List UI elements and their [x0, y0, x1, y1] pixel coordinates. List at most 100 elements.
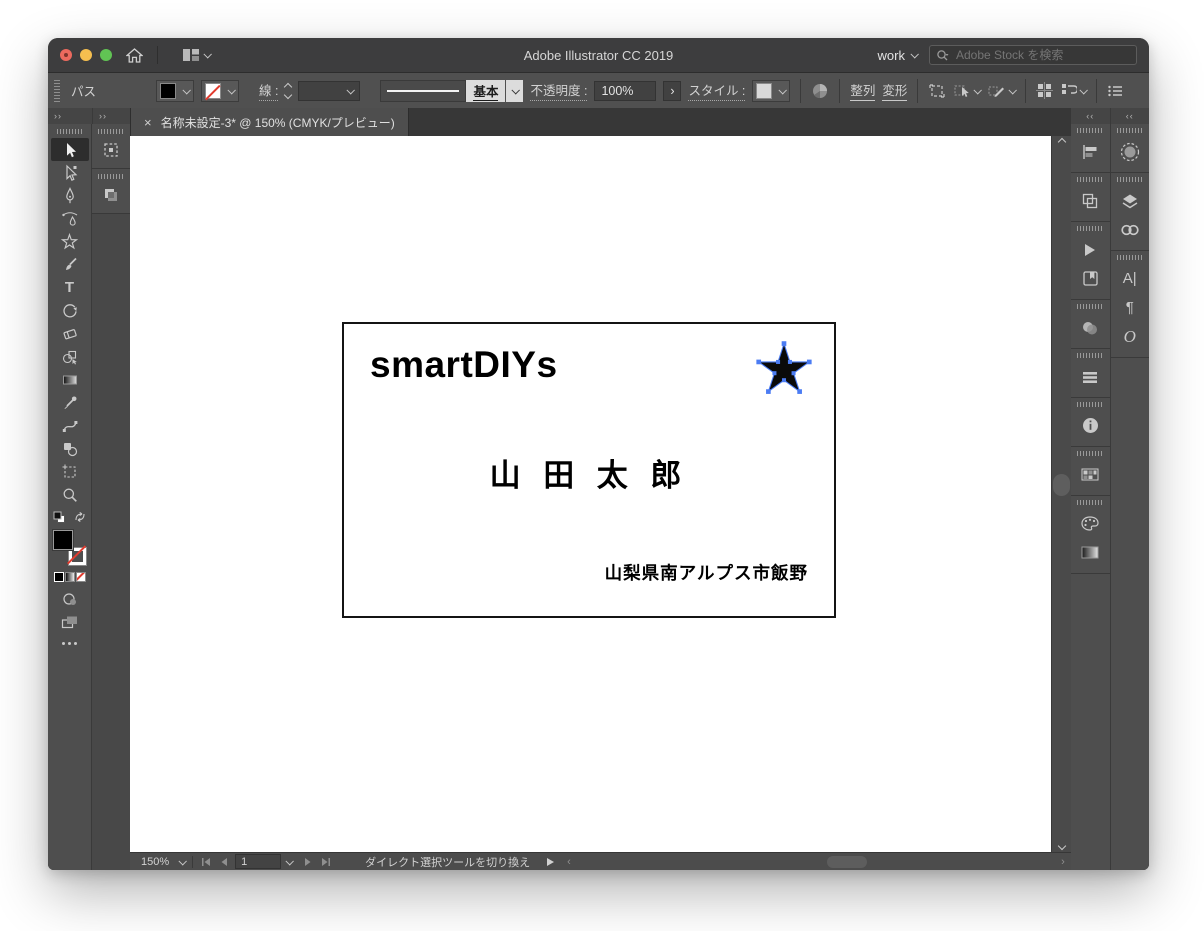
controlbar-grip[interactable] [54, 80, 60, 102]
gradient-panel-icon[interactable] [1071, 538, 1110, 567]
panel-expand-button-2[interactable]: ‹‹ [1111, 108, 1150, 124]
brush-definition-control[interactable]: 基本 [380, 80, 523, 102]
artboard-number-chevron[interactable] [281, 853, 297, 870]
type-tool[interactable]: T [51, 276, 89, 299]
card-brand-text[interactable]: smartDIYs [370, 344, 558, 386]
zoom-tool[interactable] [51, 483, 89, 506]
color-mode-solid[interactable] [54, 572, 64, 582]
opentype-panel-icon[interactable]: O [1111, 322, 1150, 351]
blend-tool[interactable] [51, 414, 89, 437]
libraries-panel-icon[interactable] [1071, 264, 1110, 293]
status-play-icon[interactable] [546, 857, 555, 867]
horizontal-scroll-thumb[interactable] [827, 856, 867, 868]
curvature-tool[interactable] [51, 207, 89, 230]
vertical-scrollbar[interactable] [1051, 136, 1071, 852]
swatches-panel-icon[interactable] [1071, 460, 1110, 489]
stock-search-input[interactable] [956, 48, 1116, 62]
selection-tool[interactable] [51, 138, 89, 161]
home-icon[interactable] [126, 48, 143, 63]
star-shape-tool[interactable] [51, 230, 89, 253]
layout-switcher-icon[interactable] [182, 48, 210, 62]
panel-grip[interactable] [1077, 177, 1103, 182]
panel-grip[interactable] [1077, 226, 1103, 231]
toolbar-collapse-button[interactable]: ›› [48, 108, 92, 124]
bounding-box-icon[interactable] [928, 83, 946, 99]
close-window-button[interactable] [60, 49, 72, 61]
character-panel-icon[interactable]: A| [1111, 264, 1150, 293]
opacity-expand-button[interactable]: › [663, 81, 681, 101]
panel-grip[interactable] [1077, 128, 1103, 133]
previous-artboard-icon[interactable] [219, 857, 229, 867]
pathfinder-panel-icon[interactable] [1071, 186, 1110, 215]
style-swatch-select[interactable] [752, 80, 790, 102]
paintbrush-tool[interactable] [51, 253, 89, 276]
fill-stroke-indicator[interactable] [53, 530, 87, 566]
align-button[interactable]: 整列 [850, 80, 875, 101]
default-fill-stroke-icon[interactable] [53, 511, 66, 524]
stroke-weight-select[interactable] [298, 81, 360, 101]
eraser-tool[interactable] [51, 322, 89, 345]
paragraph-panel-icon[interactable]: ¶ [1111, 293, 1150, 322]
panel-grip[interactable] [1117, 128, 1143, 133]
scroll-down-icon[interactable] [1052, 843, 1071, 849]
panel-menu-icon[interactable] [1107, 84, 1124, 98]
layers-panel-icon[interactable] [1111, 186, 1150, 215]
horizontal-scrollbar[interactable] [571, 853, 1055, 870]
scroll-right-icon[interactable]: › [1055, 856, 1071, 868]
align-to-artboard-icon[interactable] [1036, 82, 1053, 99]
shape-builder-tool[interactable] [51, 345, 89, 368]
info-panel-icon[interactable] [1071, 411, 1110, 440]
workspace-switcher[interactable]: work [878, 48, 917, 63]
opacity-label[interactable]: 不透明度 : [530, 80, 587, 101]
panel-grip[interactable] [98, 174, 124, 179]
zoom-level-select[interactable]: 150% [136, 853, 174, 870]
toolbar2-collapse-button[interactable]: ›› [93, 108, 130, 124]
transparency-panel-icon[interactable] [1111, 137, 1150, 166]
brush-definition-button[interactable]: 基本 [466, 80, 505, 102]
panel-grip[interactable] [1117, 177, 1143, 182]
panel-expand-button[interactable]: ‹‹ [1071, 108, 1110, 124]
actions-panel-icon[interactable] [1071, 235, 1110, 264]
document-tab[interactable]: × 名称未設定-3* @ 150% (CMYK/プレビュー) [131, 108, 409, 136]
color-guide-panel-icon[interactable] [1071, 509, 1110, 538]
select-similar-icon[interactable] [953, 83, 980, 99]
panel-grip[interactable] [1077, 451, 1103, 456]
eyedropper-tool[interactable] [51, 391, 89, 414]
screen-mode-icon[interactable] [61, 615, 79, 629]
first-artboard-icon[interactable] [201, 857, 211, 867]
business-card-artwork[interactable]: smartDIYs [342, 322, 836, 618]
color-mode-gradient[interactable] [65, 572, 75, 582]
card-address[interactable]: 山梨県南アルプス市飯野 [605, 560, 808, 585]
panel-grip[interactable] [1077, 402, 1103, 407]
color-mode-none[interactable] [76, 572, 86, 582]
transform-button[interactable]: 変形 [882, 80, 907, 101]
close-tab-icon[interactable]: × [144, 115, 152, 130]
links-panel-icon[interactable] [1111, 215, 1150, 244]
last-artboard-icon[interactable] [321, 857, 331, 867]
recolor-artwork-icon[interactable] [811, 82, 829, 100]
align-panel-icon[interactable] [1071, 137, 1110, 166]
brush-definition-chevron[interactable] [506, 80, 523, 102]
stroke-color-swatch[interactable] [201, 80, 239, 102]
snap-options-icon[interactable] [1060, 82, 1086, 99]
fill-color-swatch[interactable] [156, 80, 194, 102]
panel-grip[interactable] [1117, 255, 1143, 260]
panel-grip[interactable] [1077, 500, 1103, 505]
stock-search-box[interactable] [929, 45, 1137, 65]
style-label[interactable]: スタイル : [688, 80, 745, 101]
asset-export-panel-icon[interactable] [92, 183, 130, 206]
gradient-tool[interactable] [51, 368, 89, 391]
minimize-window-button[interactable] [80, 49, 92, 61]
artboard-number-field[interactable]: 1 [235, 854, 281, 869]
card-person-name[interactable]: 山 田 太 郎 [344, 450, 834, 495]
stroke-label[interactable]: 線 : [259, 80, 278, 101]
rotate-tool[interactable] [51, 299, 89, 322]
zoom-level-chevron[interactable] [174, 853, 190, 870]
fullscreen-window-button[interactable] [100, 49, 112, 61]
artboard-canvas[interactable]: smartDIYs [130, 136, 1051, 852]
draw-mode-icon[interactable] [62, 592, 78, 606]
selected-star-shape[interactable] [750, 334, 818, 407]
scroll-up-icon[interactable] [1052, 139, 1071, 145]
panel-grip[interactable] [1077, 353, 1103, 358]
edit-shape-icon[interactable] [987, 83, 1015, 99]
